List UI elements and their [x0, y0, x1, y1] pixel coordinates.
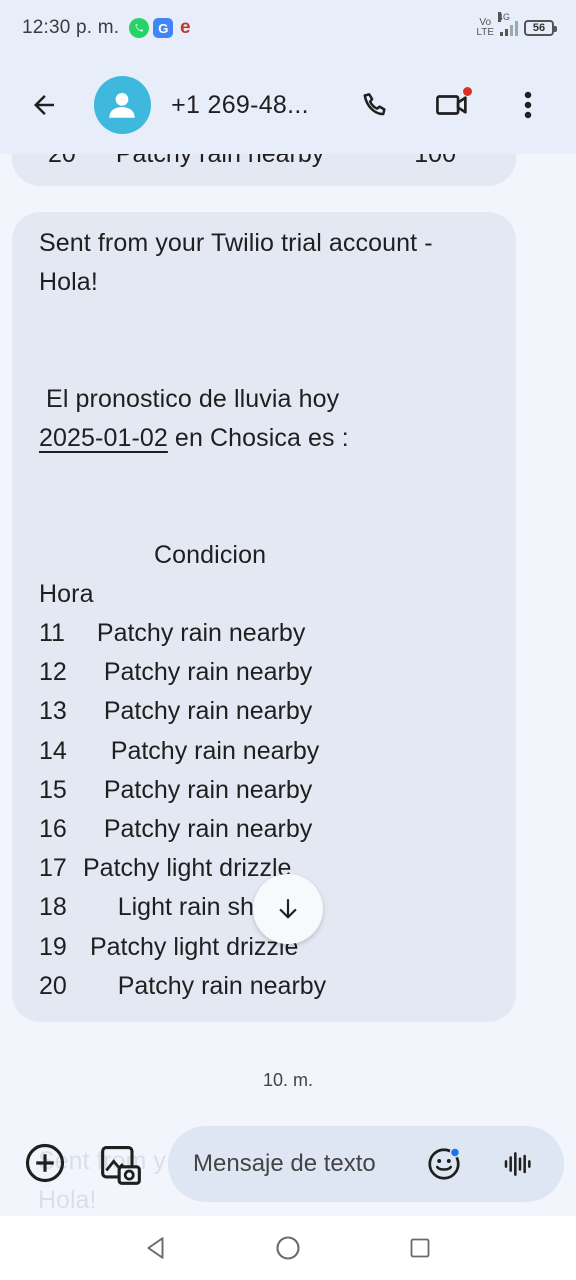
date-link[interactable]: 2025-01-02	[39, 424, 168, 452]
nav-home-button[interactable]	[264, 1224, 312, 1272]
forecast-hour: 16	[39, 815, 67, 844]
nav-back-button[interactable]	[132, 1224, 180, 1272]
battery-icon: 56	[524, 20, 557, 36]
arrow-down-icon	[279, 899, 297, 919]
avatar-person-icon	[109, 92, 136, 118]
emoji-button[interactable]	[424, 1144, 464, 1184]
volte-icon: Vo LTE	[476, 17, 494, 38]
status-time: 12:30 p. m.	[22, 17, 120, 38]
status-bar: 12:30 p. m. G e Vo LTE 4G 56	[0, 0, 576, 56]
gallery-camera-icon	[101, 1146, 141, 1185]
forecast-row: 13 Patchy rain nearby	[39, 692, 490, 731]
phone-icon	[363, 93, 386, 116]
gallery-button[interactable]	[96, 1140, 146, 1190]
message-line: 2025-01-02 en Chosica es :	[39, 419, 490, 458]
call-button[interactable]	[346, 75, 406, 135]
message-line: El pronostico de lluvia hoy	[39, 385, 340, 413]
previous-condition: Patchy rain nearby	[115, 154, 325, 168]
forecast-row: 14 Patchy rain nearby	[39, 732, 490, 771]
forecast-hour: 18	[39, 893, 67, 922]
forecast-condition: Patchy rain nearby	[83, 736, 320, 765]
previous-value: 100	[414, 154, 456, 168]
avatar[interactable]	[93, 76, 152, 134]
e-app-icon: e	[179, 17, 191, 38]
forecast-condition: Patchy rain nearby	[83, 815, 313, 844]
video-call-button[interactable]	[422, 75, 482, 135]
forecast-hour: 14	[39, 736, 67, 765]
forecast-hour: 20	[39, 971, 67, 1000]
back-button[interactable]	[14, 75, 74, 135]
message-input[interactable]	[193, 1150, 413, 1178]
battery-level: 56	[532, 22, 546, 34]
forecast-condition: Patchy light drizzle	[83, 854, 292, 883]
nav-home-icon	[276, 1236, 300, 1260]
forecast-condition: Patchy rain nearby	[83, 697, 313, 726]
forecast-hour: 13	[39, 697, 67, 726]
forecast-hour: 11	[39, 619, 65, 647]
message-bubble-previous[interactable]: 20 Patchy rain nearby 100	[12, 154, 516, 186]
previous-hour: 20	[48, 154, 76, 168]
add-attachment-button[interactable]	[22, 1140, 68, 1186]
column-header-condition: Condicion	[154, 541, 267, 569]
forecast-hour: 12	[39, 658, 67, 687]
add-circle-icon	[25, 1143, 65, 1183]
forecast-row: 16 Patchy rain nearby	[39, 810, 490, 849]
forecast-hour: 17	[39, 854, 67, 883]
more-options-button[interactable]	[498, 75, 558, 135]
forecast-condition: Patchy rain nearby	[83, 775, 313, 804]
voice-waveform-icon	[504, 1152, 531, 1176]
google-icon: G	[153, 18, 174, 38]
forecast-condition: Patchy rain nearby	[83, 619, 306, 647]
message-line: Sent from your Twilio trial account -	[39, 229, 433, 257]
voice-message-button[interactable]	[496, 1142, 540, 1186]
forecast-row: 11 Patchy rain nearby	[39, 614, 490, 653]
message-list[interactable]: 20 Patchy rain nearby 100 Sent from your…	[0, 154, 576, 1116]
system-navigation-bar	[0, 1216, 576, 1280]
forecast-hour: 15	[39, 775, 67, 804]
more-vert-icon	[524, 91, 532, 119]
forecast-hour: 19	[39, 932, 67, 961]
message-timestamp: 10. m.	[262, 1070, 314, 1090]
forecast-row: 12 Patchy rain nearby	[39, 653, 490, 692]
forecast-row: 15 Patchy rain nearby	[39, 771, 490, 810]
message-line: Hola!	[39, 268, 98, 296]
column-header-hour: Hora	[39, 580, 94, 608]
notification-dot	[463, 87, 472, 96]
composer: Sent from y Hola!	[0, 1116, 576, 1216]
contact-name[interactable]: +1 269-48...	[171, 91, 330, 120]
conversation-header: +1 269-48...	[0, 56, 576, 154]
nav-back-icon	[147, 1237, 164, 1259]
signal-icon: 4G	[498, 12, 518, 36]
message-input-container	[168, 1126, 564, 1202]
forecast-condition: Patchy rain nearby	[83, 971, 327, 1000]
forecast-row: 20 Patchy rain nearby	[39, 967, 490, 1006]
nav-recents-icon	[410, 1238, 430, 1258]
nav-recents-button[interactable]	[396, 1224, 444, 1272]
back-arrow-icon	[33, 95, 54, 115]
message-text: en Chosica es :	[167, 424, 349, 452]
emoji-icon	[428, 1147, 461, 1180]
forecast-list: 11 Patchy rain nearby 12 Patchy rain near…	[39, 614, 490, 1006]
whatsapp-icon	[129, 18, 150, 38]
forecast-condition: Patchy rain nearby	[83, 658, 313, 687]
scroll-to-bottom-button[interactable]	[253, 874, 323, 944]
